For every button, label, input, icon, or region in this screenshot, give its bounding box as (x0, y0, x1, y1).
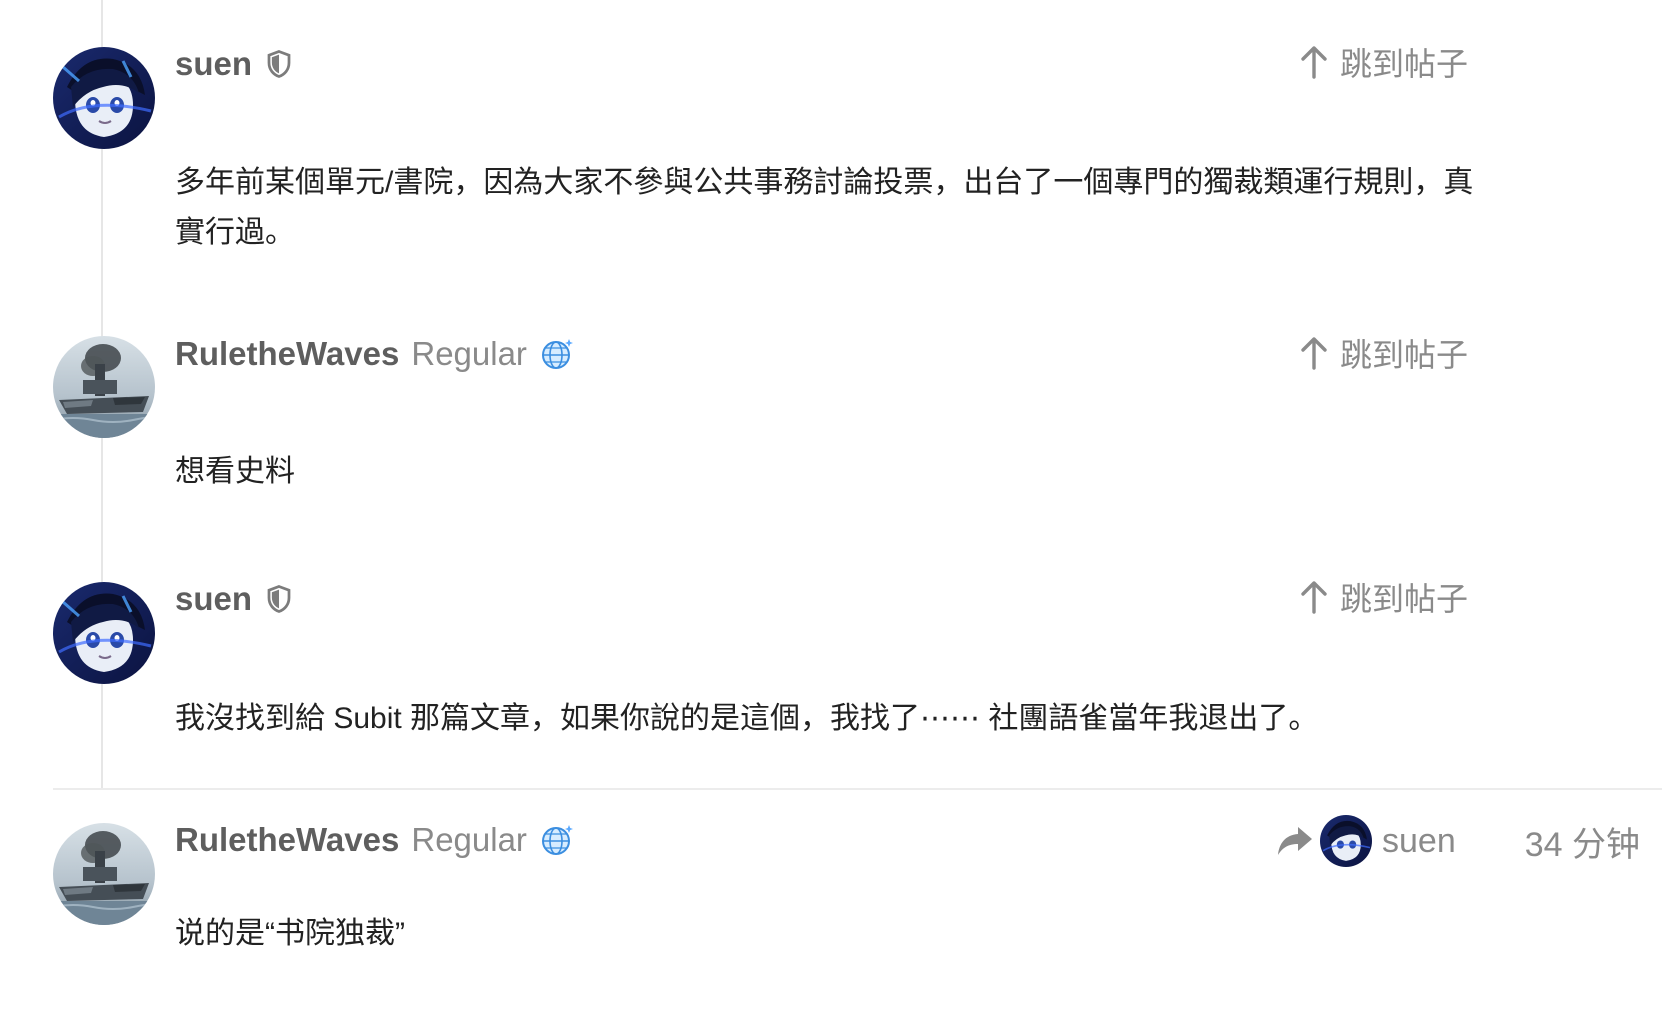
post-meta: suen (175, 42, 294, 86)
jump-to-post-label: 跳到帖子 (1340, 46, 1469, 82)
arrow-up-icon (1301, 581, 1327, 614)
arrow-up-icon (1301, 46, 1327, 79)
post-divider (53, 788, 1662, 790)
jump-to-post-link[interactable]: 跳到帖子 (1300, 40, 1468, 84)
username[interactable]: RuletheWaves (175, 335, 399, 373)
post-meta: RuletheWaves Regular (175, 332, 575, 376)
jump-to-post-link[interactable]: 跳到帖子 (1300, 331, 1468, 375)
user-title: Regular (411, 335, 527, 372)
avatar[interactable] (53, 823, 155, 925)
jump-to-post-label: 跳到帖子 (1340, 581, 1469, 617)
post-body: 多年前某個單元/書院，因為大家不參與公共事務討論投票，出台了一個專門的獨裁類運行… (175, 166, 1474, 249)
shield-icon (264, 584, 294, 614)
user-title: Regular (411, 821, 527, 858)
jump-to-post-link[interactable]: 跳到帖子 (1300, 575, 1468, 619)
globe-icon (539, 822, 575, 858)
arrow-up-icon (1301, 337, 1327, 370)
jump-to-post-label: 跳到帖子 (1340, 337, 1469, 373)
username[interactable]: suen (175, 580, 252, 618)
post-time[interactable]: 34 分钟 (1525, 814, 1640, 868)
username[interactable]: RuletheWaves (175, 821, 399, 859)
post-meta: suen (175, 577, 294, 621)
avatar[interactable] (53, 582, 155, 684)
reply-to-avatar (1320, 815, 1372, 867)
reply-to-username: suen (1382, 821, 1456, 860)
post-body: 我沒找到給 Subit 那篇文章，如果你說的是這個，我找了⋯⋯ 社團語雀當年我退… (175, 702, 1319, 735)
reply-arrow-icon (1278, 827, 1312, 855)
avatar[interactable] (53, 336, 155, 438)
shield-icon (264, 49, 294, 79)
username[interactable]: suen (175, 45, 252, 83)
globe-icon (539, 336, 575, 372)
post-body: 说的是“书院独裁” (175, 917, 405, 950)
post-body: 想看史料 (175, 455, 295, 488)
avatar[interactable] (53, 47, 155, 149)
post-meta: RuletheWaves Regular (175, 818, 575, 862)
reply-to-indicator[interactable]: suen (1276, 814, 1456, 868)
